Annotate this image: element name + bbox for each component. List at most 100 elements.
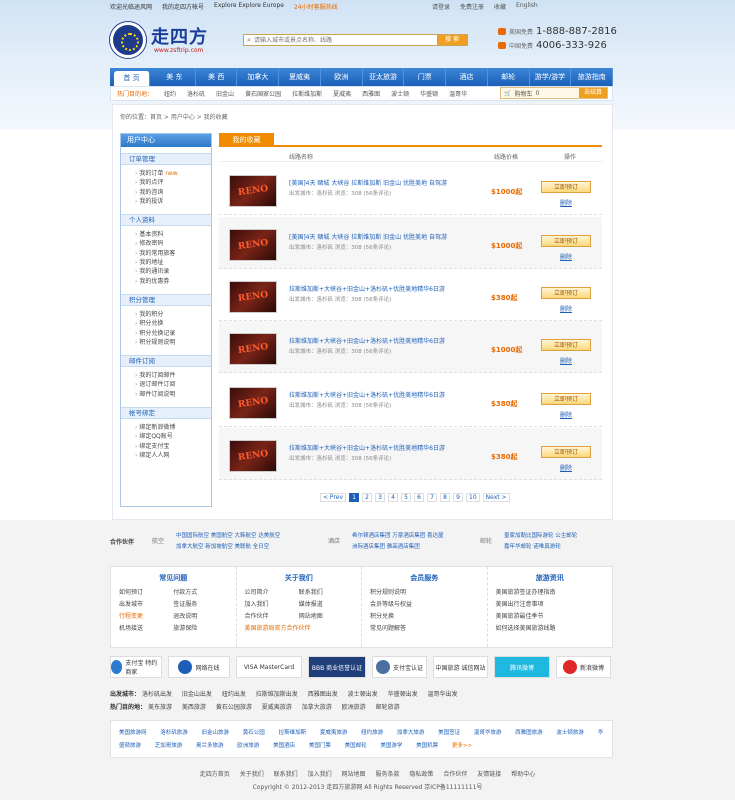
- route-thumbnail[interactable]: [229, 175, 277, 207]
- friend-link[interactable]: 波士顿旅游: [556, 730, 584, 736]
- favorite-link[interactable]: 收藏: [494, 2, 506, 11]
- page-number[interactable]: 10: [466, 493, 480, 502]
- sidebar-group-title[interactable]: 订单管理: [121, 153, 211, 165]
- sina-weibo-logo[interactable]: 新浪微博: [556, 656, 611, 678]
- service-link[interactable]: 美国旅游最佳季节: [496, 611, 605, 620]
- nav-us-east[interactable]: 美 东: [154, 68, 196, 86]
- friend-link[interactable]: 拉斯维加斯: [279, 730, 307, 736]
- friend-link[interactable]: 洛杉矶旅游: [160, 730, 188, 736]
- service-link[interactable]: 积分规则说明: [370, 587, 479, 596]
- destination-link[interactable]: 美东旅游: [148, 704, 172, 711]
- book-button[interactable]: 立即预订: [541, 446, 591, 458]
- nav-tickets[interactable]: 门票: [404, 68, 447, 86]
- shopping-cart[interactable]: 🛒 购物车 0 去结算: [500, 87, 608, 99]
- service-link[interactable]: 网站地图: [299, 611, 353, 620]
- register-link[interactable]: 免费注册: [460, 2, 484, 11]
- partner-links[interactable]: 洲际酒店集团 雅高酒店集团: [352, 542, 482, 550]
- destination-link[interactable]: 欧洲旅游: [342, 704, 366, 711]
- bbb-logo[interactable]: BBB 商业信誉认证: [308, 656, 366, 678]
- destination-link[interactable]: 黄石公园旅游: [216, 704, 252, 711]
- hot-destination[interactable]: 夏威夷: [333, 89, 351, 98]
- service-link[interactable]: 加入我们: [245, 599, 299, 608]
- page-number[interactable]: 4: [388, 493, 399, 502]
- friend-link[interactable]: 西雅图旅游: [515, 730, 543, 736]
- friend-link[interactable]: 美国游学: [380, 743, 402, 749]
- nav-cruise[interactable]: 邮轮: [488, 68, 530, 86]
- delete-link[interactable]: 删除: [560, 463, 572, 472]
- delete-link[interactable]: 删除: [560, 410, 572, 419]
- friend-link[interactable]: 美国酒店: [273, 743, 295, 749]
- logo-name[interactable]: 走四方: [151, 23, 208, 49]
- city-link[interactable]: 西雅图出发: [308, 691, 338, 698]
- sidebar-item[interactable]: 基本资料: [135, 230, 211, 239]
- footer-link[interactable]: 服务条款: [375, 771, 399, 778]
- partner-links[interactable]: 皇家加勒比国际游轮 公主邮轮: [504, 531, 634, 539]
- card-logo[interactable]: VISA MasterCard: [236, 656, 302, 678]
- service-link[interactable]: 旅游保险: [173, 623, 227, 632]
- page-number[interactable]: 8: [440, 493, 451, 502]
- alipay-logo[interactable]: 支付宝 特约商家: [110, 656, 162, 678]
- sidebar-item[interactable]: 我的咨询: [135, 188, 211, 197]
- delete-link[interactable]: 删除: [560, 356, 572, 365]
- service-link[interactable]: 合作伙伴: [245, 611, 299, 620]
- route-title[interactable]: 拉斯维加斯+大峡谷+旧金山+洛杉矶+优胜美地精华6日游: [289, 336, 479, 345]
- sidebar-item[interactable]: 我的通讯录: [135, 267, 211, 276]
- service-link[interactable]: 签证服务: [173, 599, 227, 608]
- nav-study[interactable]: 游学/游学: [530, 68, 572, 86]
- book-button[interactable]: 立即预订: [541, 393, 591, 405]
- hot-destination[interactable]: 西雅图: [362, 89, 380, 98]
- partner-links[interactable]: 希尔顿酒店集团 万豪酒店集团 喜达屋: [352, 531, 482, 539]
- route-thumbnail[interactable]: [229, 387, 277, 419]
- delete-link[interactable]: 删除: [560, 252, 572, 261]
- friend-link[interactable]: 美国邮轮: [345, 743, 367, 749]
- friend-link[interactable]: 旧金山旅游: [202, 730, 230, 736]
- tab-favorites[interactable]: 我的收藏: [219, 133, 274, 147]
- page-number[interactable]: 2: [362, 493, 373, 502]
- hot-destination[interactable]: 纽约: [164, 89, 176, 98]
- page-number[interactable]: 6: [414, 493, 425, 502]
- topbar-account-link[interactable]: 我的走四方帐号: [162, 2, 204, 12]
- tencent-weibo-logo[interactable]: 腾讯微博: [494, 656, 550, 678]
- footer-link[interactable]: 联系我们: [274, 771, 298, 778]
- footer-link[interactable]: 帮助中心: [511, 771, 535, 778]
- route-thumbnail[interactable]: [229, 229, 277, 261]
- delete-link[interactable]: 删除: [560, 198, 572, 207]
- friend-link[interactable]: 美国旅游网: [119, 730, 147, 736]
- sidebar-item[interactable]: 我的积分: [135, 310, 211, 319]
- hot-destination[interactable]: 黄石国家公园: [245, 89, 281, 98]
- page-number[interactable]: 7: [427, 493, 438, 502]
- sidebar-item[interactable]: 绑定QQ账号: [135, 432, 211, 441]
- sidebar-group-title[interactable]: 帐号绑定: [121, 407, 211, 420]
- city-link[interactable]: 拉斯维加斯出发: [256, 691, 298, 698]
- service-link[interactable]: 退改说明: [173, 611, 227, 620]
- sidebar-item[interactable]: 绑定支付宝: [135, 442, 211, 451]
- destination-link[interactable]: 美西旅游: [182, 704, 206, 711]
- book-button[interactable]: 立即预订: [541, 287, 591, 299]
- route-thumbnail[interactable]: [229, 333, 277, 365]
- friend-link[interactable]: 美国机票: [416, 743, 438, 749]
- city-link[interactable]: 洛杉矶出发: [142, 691, 172, 698]
- destination-link[interactable]: 夏威夷旅游: [262, 704, 292, 711]
- partner-links[interactable]: 加拿大航空 新加坡航空 美联航 全日空: [176, 542, 306, 550]
- footer-link[interactable]: 合作伙伴: [443, 771, 467, 778]
- topbar-explore-link[interactable]: Explore Explore Europe: [214, 2, 284, 12]
- china-travel-logo[interactable]: 中国旅游 诚信网站: [433, 656, 488, 678]
- service-link[interactable]: 公司简介: [245, 587, 299, 596]
- partner-links[interactable]: 嘉年华邮轮 诺唯真游轮: [504, 542, 634, 550]
- footer-link[interactable]: 加入我们: [308, 771, 332, 778]
- partner-links[interactable]: 中国国际航空 美国航空 大韩航空 达美航空: [176, 531, 306, 539]
- sidebar-item[interactable]: 我的订阅邮件: [135, 371, 211, 380]
- nav-guide[interactable]: 旅游指南: [571, 68, 614, 86]
- footer-link[interactable]: 友情链接: [477, 771, 501, 778]
- route-title[interactable]: [美国]4天 赌城 大峡谷 拉斯维加斯 旧金山 优胜美地 自驾游: [289, 178, 479, 187]
- checkout-button[interactable]: 去结算: [579, 88, 607, 98]
- book-button[interactable]: 立即预订: [541, 181, 591, 193]
- online-logo[interactable]: 网络在线: [168, 656, 230, 678]
- friend-link[interactable]: 奥兰多旅游: [196, 743, 224, 749]
- service-link[interactable]: 美国旅游局官方合作伙伴: [245, 623, 354, 632]
- sidebar-item[interactable]: 退订邮件订阅: [135, 380, 211, 389]
- sidebar-item[interactable]: 积分兑换记录: [135, 329, 211, 338]
- service-link[interactable]: 美国旅游签证办理指南: [496, 587, 605, 596]
- destination-link[interactable]: 加拿大旅游: [302, 704, 332, 711]
- sidebar-item[interactable]: 绑定新浪微博: [135, 423, 211, 432]
